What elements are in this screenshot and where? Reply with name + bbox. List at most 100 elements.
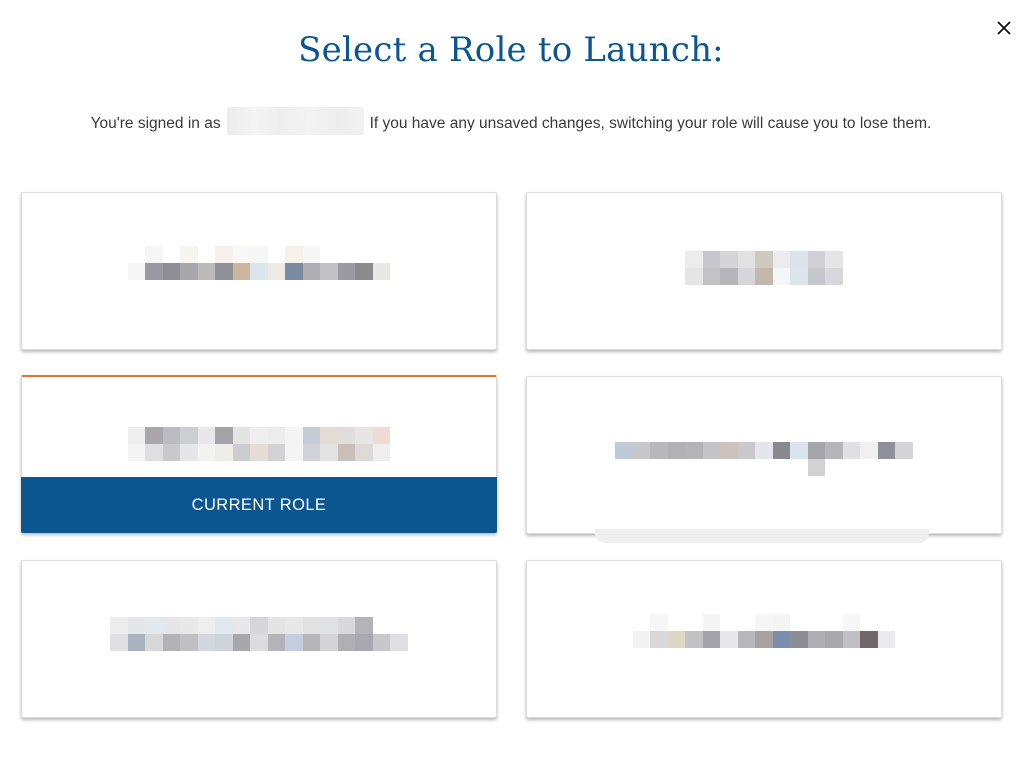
pixel-block	[737, 251, 756, 268]
pixel-block	[250, 634, 268, 651]
pixel-block	[215, 427, 233, 444]
pixel-block	[702, 459, 721, 476]
pixel-block	[145, 427, 163, 444]
pixel-block	[825, 614, 843, 631]
signed-in-suffix: If you have any unsaved changes, switchi…	[369, 115, 932, 133]
pixel-block	[807, 442, 826, 459]
pixel-block	[285, 427, 303, 444]
pixel-block	[372, 263, 391, 280]
pixel-block	[650, 459, 668, 476]
pixel-block	[720, 268, 738, 285]
role-name-redacted	[22, 424, 496, 464]
pixel-block	[667, 614, 686, 631]
pixel-block	[737, 442, 756, 459]
pixel-block	[632, 631, 651, 648]
pixel-block	[772, 631, 791, 648]
pixel-block	[215, 617, 233, 634]
pixel-block	[685, 631, 703, 648]
pixel-block	[127, 634, 146, 651]
pixel-block	[180, 634, 198, 651]
pixel-block	[632, 442, 651, 459]
pixel-block	[250, 427, 268, 444]
pixel-block	[337, 444, 356, 461]
pixel-block	[232, 263, 251, 280]
pixel-block	[702, 268, 721, 285]
pixel-block	[720, 442, 738, 459]
pixel-block	[807, 459, 826, 476]
role-selection-dialog: Select a Role to Launch: You're signed i…	[0, 0, 1022, 757]
pixel-block	[755, 631, 773, 648]
pixel-block	[877, 442, 896, 459]
pixel-block	[232, 634, 251, 651]
pixel-block	[720, 631, 738, 648]
pixel-block	[250, 263, 268, 280]
pixel-block	[215, 263, 233, 280]
pixel-block	[145, 263, 163, 280]
pixel-block	[755, 251, 773, 268]
pixel-block	[650, 631, 668, 648]
pixel-block	[232, 617, 251, 634]
role-card-current[interactable]: CURRENT ROLE	[21, 375, 497, 533]
pixelated-role-label	[110, 617, 408, 651]
pixel-block	[337, 634, 356, 651]
pixel-row	[632, 614, 896, 631]
pixel-block	[127, 617, 146, 634]
role-card[interactable]	[526, 560, 1002, 718]
pixel-block	[790, 442, 808, 459]
pixel-block	[790, 459, 808, 476]
pixel-row	[110, 634, 408, 651]
pixel-block	[355, 444, 373, 461]
signed-in-notice: You're signed in as If you have any unsav…	[0, 107, 1022, 135]
pixel-block	[355, 263, 373, 280]
pixelated-role-label	[127, 427, 391, 461]
pixel-block	[197, 444, 216, 461]
pixel-block	[180, 427, 198, 444]
pixel-block	[337, 246, 356, 263]
pixel-block	[162, 427, 181, 444]
pixel-block	[302, 617, 321, 634]
signed-in-prefix: You're signed in as	[90, 115, 221, 133]
pixel-block	[215, 634, 233, 651]
pixel-block	[145, 444, 163, 461]
redacted-username	[226, 107, 364, 135]
pixelated-role-label	[632, 614, 896, 648]
pixel-block	[720, 614, 738, 631]
pixel-row	[615, 459, 913, 476]
pixel-block	[390, 634, 408, 651]
role-card[interactable]	[526, 376, 1002, 543]
role-card[interactable]	[21, 192, 497, 350]
pixel-block	[162, 246, 181, 263]
pixel-row	[127, 263, 391, 280]
pixel-row	[615, 442, 913, 459]
pixel-block	[702, 251, 721, 268]
pixel-block	[267, 246, 286, 263]
pixel-block	[667, 631, 686, 648]
role-card[interactable]	[526, 192, 1002, 350]
role-name-redacted	[527, 248, 1001, 288]
pixel-block	[755, 442, 773, 459]
role-card[interactable]	[21, 560, 497, 718]
pixel-block	[685, 268, 703, 285]
pixel-block	[737, 614, 756, 631]
pixel-block	[285, 263, 303, 280]
role-name-redacted	[527, 439, 1001, 479]
current-role-banner: CURRENT ROLE	[21, 477, 497, 533]
pixel-block	[632, 614, 651, 631]
pixel-block	[285, 634, 303, 651]
pixelated-role-label	[685, 251, 843, 285]
pixel-block	[842, 459, 861, 476]
pixel-block	[825, 268, 843, 285]
pixel-block	[860, 442, 878, 459]
pixel-block	[145, 617, 163, 634]
pixel-block	[755, 614, 773, 631]
pixel-block	[842, 631, 861, 648]
pixel-block	[267, 263, 286, 280]
pixel-block	[320, 444, 338, 461]
pixel-row	[685, 251, 843, 268]
pixel-block	[755, 459, 773, 476]
pixel-row	[632, 631, 896, 648]
pixel-block	[720, 251, 738, 268]
pixel-block	[667, 442, 686, 459]
pixel-block	[825, 459, 843, 476]
pixel-block	[127, 444, 146, 461]
